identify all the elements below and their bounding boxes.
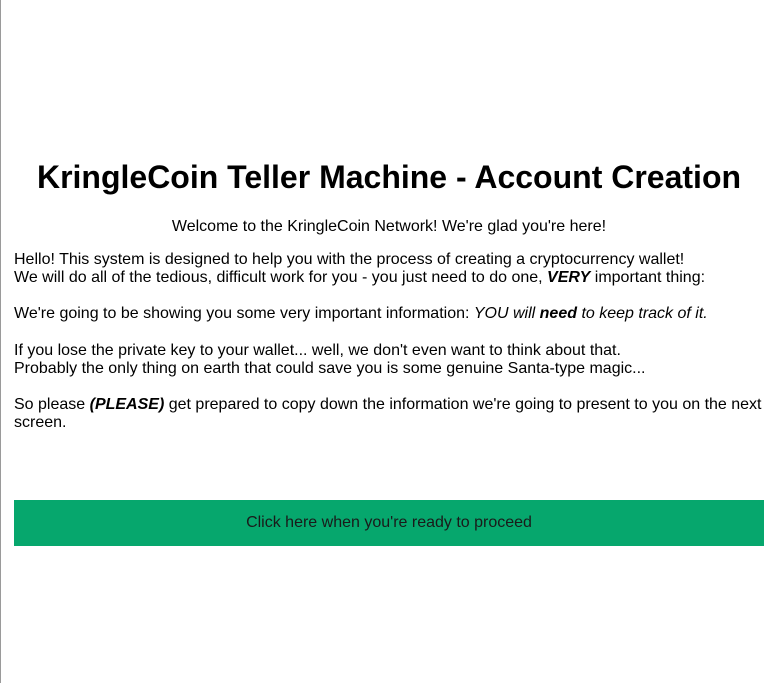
private-key-warning-paragraph: If you lose the private key to your wall… [14,342,766,378]
keep-track-pre: YOU will [473,305,540,322]
welcome-message: Welcome to the KringleCoin Network! We'r… [171,218,607,235]
keep-track-post: to keep track of it. [577,305,708,322]
intro-line-2-end: important thing: [590,269,706,286]
prepare-text-pre: So please [14,396,90,413]
intro-paragraph: Hello! This system is designed to help y… [14,251,766,287]
intro-line-2-text: We will do all of the tedious, difficult… [14,269,548,286]
need-emphasis: need [539,305,577,322]
page-title: KringleCoin Teller Machine - Account Cre… [36,159,742,195]
prepare-paragraph: So please (PLEASE) get prepared to copy … [14,396,766,432]
very-emphasis: VERY [547,269,591,286]
keep-track-emphasis: YOU will need to keep track of it. [474,305,708,322]
intro-line-1: Hello! This system is designed to help y… [14,251,685,268]
important-info-text: We're going to be showing you some very … [14,305,474,322]
window-left-border [0,0,1,683]
important-info-paragraph: We're going to be showing you some very … [14,305,766,323]
warning-line-1: If you lose the private key to your wall… [14,342,621,359]
intro-line-2: We will do all of the tedious, difficult… [14,269,766,287]
proceed-button[interactable]: Click here when you're ready to proceed [14,500,764,546]
please-emphasis: (PLEASE) [89,396,165,413]
warning-line-2: Probably the only thing on earth that co… [14,360,646,377]
